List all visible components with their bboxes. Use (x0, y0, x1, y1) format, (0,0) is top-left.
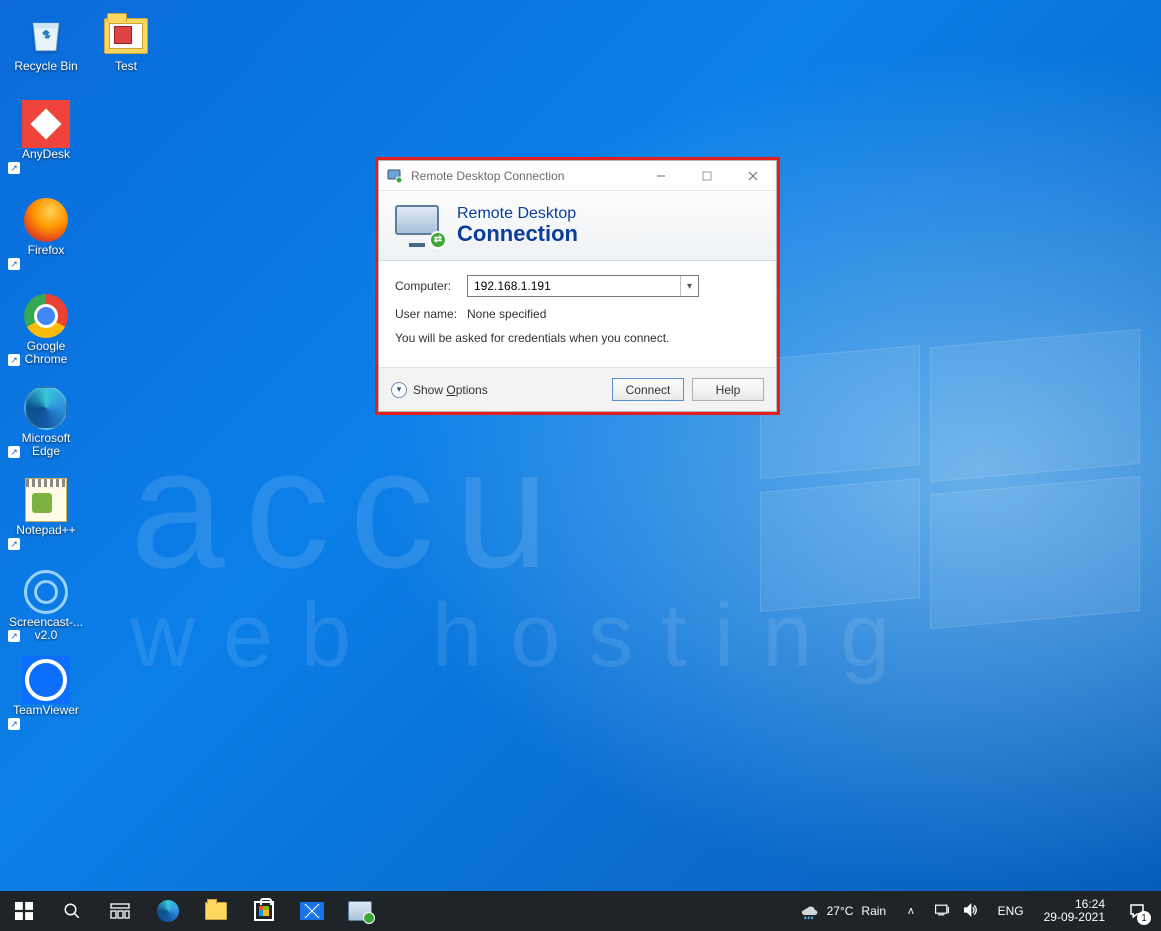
tray-icons[interactable] (926, 891, 986, 931)
shortcut-overlay-icon: ↗ (8, 718, 20, 730)
shortcut-overlay-icon: ↗ (8, 538, 20, 550)
desktop-icon-recycle-bin[interactable]: Recycle Bin (6, 10, 86, 88)
chevron-down-icon: ▾ (391, 382, 407, 398)
clock-date: 29-09-2021 (1044, 911, 1105, 924)
weather-icon (799, 900, 819, 923)
close-button[interactable] (730, 161, 776, 191)
mail-icon (300, 902, 324, 920)
teamviewer-icon (22, 656, 70, 704)
edge-icon (22, 384, 70, 432)
taskbar-app-mail[interactable] (288, 891, 336, 931)
taskbar-app-explorer[interactable] (192, 891, 240, 931)
maximize-button[interactable] (684, 161, 730, 191)
desktop-icon-edge[interactable]: ↗ Microsoft Edge (6, 382, 86, 460)
network-icon[interactable] (934, 903, 950, 920)
desktop-icon-label: Notepad++ (16, 524, 75, 537)
shortcut-overlay-icon: ↗ (8, 354, 20, 366)
label-username: User name: (395, 307, 467, 321)
shortcut-overlay-icon: ↗ (8, 162, 20, 174)
desktop-icon-label: Recycle Bin (14, 60, 77, 73)
chrome-icon (22, 292, 70, 340)
rdp-banner: ⇄ Remote Desktop Connection (379, 191, 776, 261)
highlight-frame: Remote Desktop Connection ⇄ Remote Deskt… (375, 157, 780, 415)
anydesk-icon (22, 100, 70, 148)
banner-line1: Remote Desktop (457, 206, 578, 223)
titlebar[interactable]: Remote Desktop Connection (379, 161, 776, 191)
computer-input[interactable] (474, 276, 680, 296)
desktop-icon-firefox[interactable]: ↗ Firefox (6, 194, 86, 272)
taskbar: 27°C Rain ʌ ENG 16:24 29-09-2021 1 (0, 891, 1161, 931)
shortcut-overlay-icon: ↗ (8, 258, 20, 270)
start-button[interactable] (0, 891, 48, 931)
action-center-button[interactable]: 1 (1117, 891, 1157, 931)
rdp-app-icon (387, 168, 403, 184)
help-button[interactable]: Help (692, 378, 764, 401)
chevron-down-icon[interactable]: ▾ (680, 276, 698, 296)
desktop-icon-screencast[interactable]: ↗ Screencast-... v2.0 (6, 566, 86, 644)
edge-icon (157, 900, 179, 922)
rdp-icon (348, 901, 372, 921)
weather-condition: Rain (861, 904, 886, 918)
weather-widget[interactable]: 27°C Rain (789, 891, 897, 931)
desktop-icon-notepadpp[interactable]: ↗ Notepad++ (6, 474, 86, 552)
ms-store-icon (254, 901, 274, 921)
taskbar-app-store[interactable] (240, 891, 288, 931)
banner-line2: Connection (457, 222, 578, 245)
task-view-button[interactable] (96, 891, 144, 931)
desktop-icon-label: Test (115, 60, 137, 73)
minimize-button[interactable] (638, 161, 684, 191)
chevron-up-icon: ʌ (908, 905, 914, 917)
tray-overflow[interactable]: ʌ (900, 891, 922, 931)
recycle-bin-icon (22, 12, 70, 60)
show-options-label: Show Options (413, 383, 488, 397)
taskbar-app-rdp[interactable] (336, 891, 384, 931)
language-indicator[interactable]: ENG (990, 891, 1032, 931)
desktop-icon-label: TeamViewer (13, 704, 79, 717)
volume-icon[interactable] (962, 902, 978, 921)
taskbar-clock[interactable]: 16:24 29-09-2021 (1036, 898, 1113, 924)
rdp-window: Remote Desktop Connection ⇄ Remote Deskt… (378, 160, 777, 412)
file-explorer-icon (205, 902, 227, 920)
taskbar-app-edge[interactable] (144, 891, 192, 931)
username-value: None specified (467, 307, 546, 321)
obs-icon (22, 568, 70, 616)
firefox-icon (22, 196, 70, 244)
search-button[interactable] (48, 891, 96, 931)
notepadpp-icon (22, 476, 70, 524)
notification-count-badge: 1 (1137, 911, 1151, 925)
desktop-icon-label: AnyDesk (22, 148, 70, 161)
shortcut-overlay-icon: ↗ (8, 446, 20, 458)
connect-button[interactable]: Connect (612, 378, 684, 401)
desktop-icon-label: Firefox (28, 244, 65, 257)
credentials-hint: You will be asked for credentials when y… (395, 331, 760, 345)
computer-combobox[interactable]: ▾ (467, 275, 699, 297)
desktop-icon-chrome[interactable]: ↗ Google Chrome (6, 290, 86, 368)
window-title: Remote Desktop Connection (411, 169, 638, 183)
rdp-banner-icon: ⇄ (395, 205, 443, 247)
desktop-icon-teamviewer[interactable]: ↗ TeamViewer (6, 654, 86, 732)
desktop-icon-anydesk[interactable]: ↗ AnyDesk (6, 98, 86, 176)
shortcut-overlay-icon: ↗ (8, 630, 20, 642)
desktop-icon-test-folder[interactable]: Test (86, 10, 166, 88)
folder-icon (102, 12, 150, 60)
weather-temp: 27°C (827, 904, 854, 918)
show-options-toggle[interactable]: ▾ Show Options (391, 382, 488, 398)
label-computer: Computer: (395, 279, 467, 293)
